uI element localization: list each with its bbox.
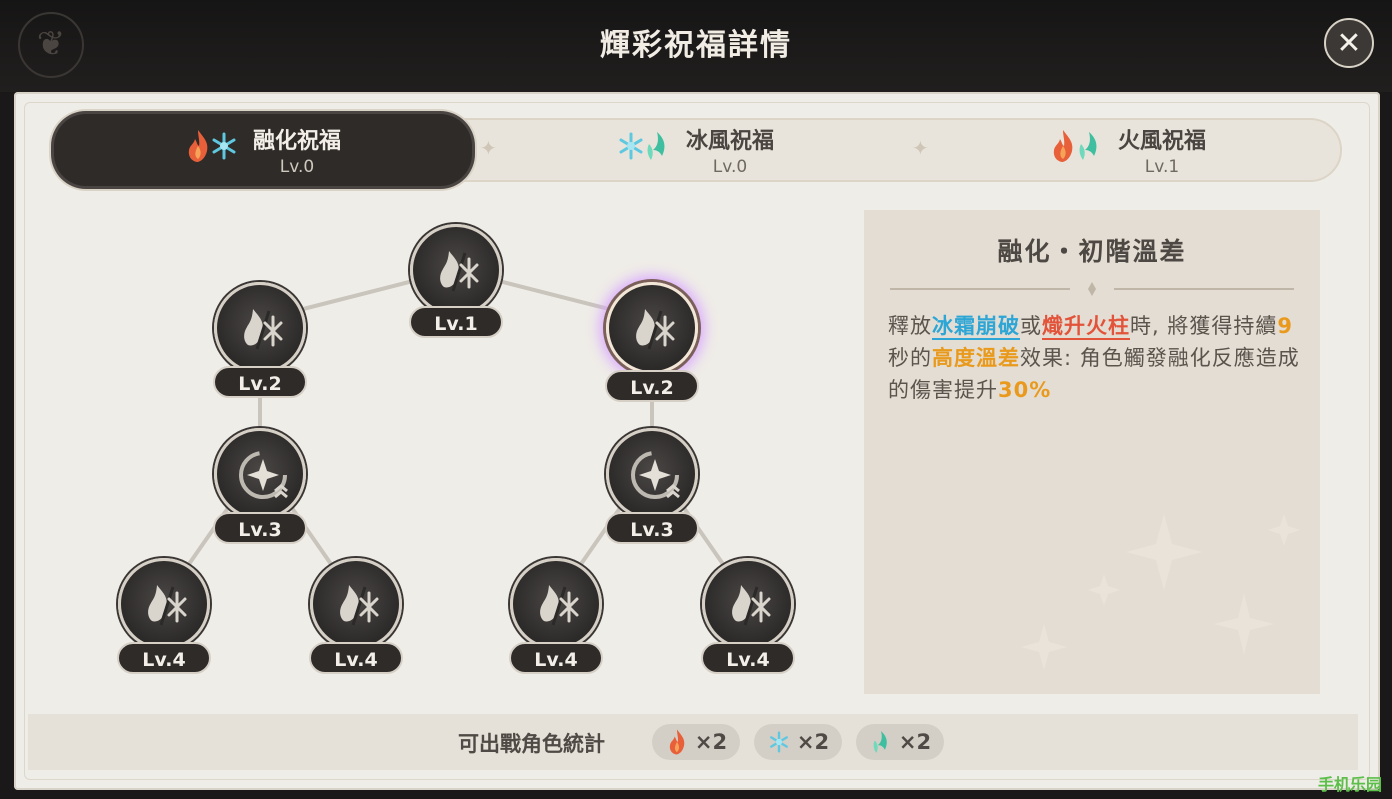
element-count: ×2	[694, 730, 728, 754]
element-count: ×2	[796, 730, 830, 754]
node-level-label: Lv.4	[509, 642, 603, 674]
desc-text: 時, 將獲得持續	[1130, 314, 1278, 338]
node-melt-ring-ii-lv4[interactable]	[310, 558, 402, 650]
node-level-label: Lv.4	[309, 642, 403, 674]
tab-label: 火風祝福	[1117, 129, 1206, 154]
pyro-icon	[665, 728, 689, 756]
melt-sparkle-icon	[627, 301, 683, 357]
sparkle-background-icon	[1021, 514, 1300, 670]
node-level-label: Lv.2	[605, 370, 699, 402]
melt-sparkle-ii-icon	[723, 577, 779, 633]
anemo-count-chip: ×2	[856, 724, 944, 760]
node-upgrade-right-lv3[interactable]	[606, 428, 698, 520]
bonus-value: 30%	[998, 378, 1052, 402]
effect-name: 高度溫差	[932, 346, 1020, 370]
pyro-icon	[1050, 128, 1076, 164]
tab-pyro-anemo-blessing[interactable]: 火風祝福 Lv.1	[918, 120, 1338, 180]
melt-emblem-icon	[431, 243, 487, 299]
node-level-label: Lv.4	[117, 642, 211, 674]
melt-ring-icon	[235, 301, 291, 357]
tab-level: Lv.1	[1144, 157, 1180, 177]
stats-label: 可出戰角色統計	[458, 732, 605, 756]
title-bar: ❦ 輝彩祝福詳情 ✕	[0, 0, 1392, 92]
close-icon: ✕	[1336, 26, 1362, 61]
blessing-tree: Lv.1 Lv.2 Lv.2 Lv.3 Lv.3 Lv.4 Lv.4 Lv.4 …	[14, 92, 874, 792]
node-level-label: Lv.4	[701, 642, 795, 674]
detail-title: 融化・初階溫差	[997, 237, 1187, 266]
anemo-icon	[1076, 128, 1102, 164]
upgrade-star-icon	[627, 447, 683, 503]
node-melt-sparkle-i-lv4[interactable]	[510, 558, 602, 650]
tree-connectors	[162, 268, 750, 602]
close-button[interactable]: ✕	[1324, 18, 1374, 68]
site-watermark: 手机乐园	[1317, 775, 1382, 794]
upgrade-star-icon	[235, 447, 291, 503]
element-count: ×2	[898, 730, 932, 754]
tab-divider: ✦	[912, 136, 929, 160]
skill-link-frost-burst: 冰霜崩破	[932, 314, 1020, 340]
node-melt-sparkle-lv2[interactable]	[606, 282, 698, 374]
desc-text: 釋放	[888, 314, 932, 338]
melt-ring-i-icon	[139, 577, 195, 633]
cryo-icon	[767, 728, 791, 756]
duration-value: 9	[1277, 314, 1293, 338]
melt-ring-ii-icon	[331, 577, 387, 633]
party-stats-bar: 可出戰角色統計 ×2 ×2 ×2	[28, 714, 1358, 770]
node-melt-lv1[interactable]	[410, 224, 502, 316]
blessing-panel: 融化祝福 Lv.0 ✦ 冰風祝福 Lv.0 ✦ 火風祝福 Lv.1 Lv.1 L…	[14, 92, 1380, 790]
desc-text: 或	[1020, 314, 1042, 338]
node-melt-ring-lv2[interactable]	[214, 282, 306, 374]
desc-text: 秒的	[888, 346, 932, 370]
window-title: 輝彩祝福詳情	[600, 28, 792, 63]
skill-link-blazing-pillar: 熾升火柱	[1042, 314, 1130, 340]
node-level-label: Lv.3	[605, 512, 699, 544]
node-level-label: Lv.3	[213, 512, 307, 544]
node-upgrade-left-lv3[interactable]	[214, 428, 306, 520]
detail-description: 釋放冰霜崩破或熾升火柱時, 將獲得持續9秒的高度溫差效果: 角色觸發融化反應造成…	[888, 310, 1304, 406]
blessing-detail-card: 融化・初階溫差 釋放冰霜崩破或熾升火柱時, 將獲得持續9秒的高度溫差效果: 角色…	[864, 210, 1320, 694]
pyro-count-chip: ×2	[652, 724, 740, 760]
node-melt-sparkle-ii-lv4[interactable]	[702, 558, 794, 650]
node-melt-ring-i-lv4[interactable]	[118, 558, 210, 650]
melt-sparkle-i-icon	[531, 577, 587, 633]
cryo-count-chip: ×2	[754, 724, 842, 760]
node-level-label: Lv.2	[213, 366, 307, 398]
node-level-label: Lv.1	[409, 306, 503, 338]
ornament-divider	[890, 282, 1294, 296]
anemo-icon	[869, 728, 893, 756]
